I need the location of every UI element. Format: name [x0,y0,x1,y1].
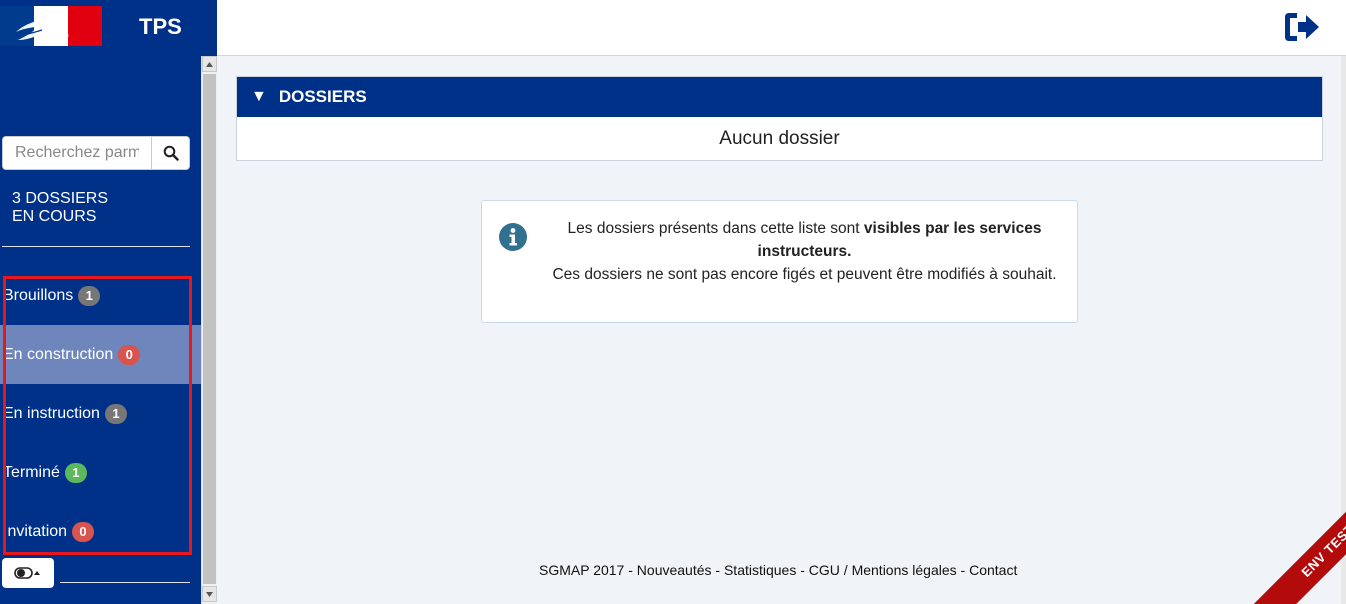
count-badge: 0 [118,344,141,365]
count-badge: 1 [104,403,127,424]
info-line1: Les dossiers présents dans cette liste s… [567,220,864,237]
footer-separator: - [956,562,970,578]
footer-link-contact[interactable]: Contact [969,562,1017,578]
env-test-banner: ENV TEST [1236,496,1346,604]
search-form [2,136,190,170]
sidebar-item-label: En instruction [3,404,100,422]
sidebar-scrollbar[interactable] [201,56,217,604]
footer-separator: - [796,562,809,578]
info-icon [499,223,527,251]
scrollbar-thumb[interactable] [203,74,216,584]
count-badge: 1 [78,285,101,306]
toggle-switch-icon [14,567,40,579]
sidebar-item-en-construction[interactable]: En construction 0 [0,325,201,384]
dossiers-count-title: 3 DOSSIERS EN COURS [12,190,109,225]
top-header: TPS [0,0,1346,56]
info-line2: Ces dossiers ne sont pas encore figés et… [552,266,1057,283]
sidebar: 3 DOSSIERSEN COURS Brouillons1En constru… [0,56,201,604]
sidebar-item-brouillons[interactable]: Brouillons 1 [0,266,201,325]
footer-link-cgu-mentions-l-gales[interactable]: CGU / Mentions légales [809,562,957,578]
sidebar-item-label: Brouillons [3,286,74,304]
collapse-triangle-icon: ▼ [251,88,267,105]
sign-out-icon[interactable] [1283,10,1321,44]
search-icon [163,145,179,161]
scroll-up-arrow[interactable] [202,56,217,72]
count-badge: 0 [72,521,95,542]
sidebar-item-label: Invitation [3,522,68,540]
footer-copyright: SGMAP 2017 - [539,562,637,578]
sidebar-divider-bottom [60,582,190,583]
env-test-label: ENV TEST [1246,496,1346,604]
footer-link-nouveaut-s[interactable]: Nouveautés [637,562,712,578]
info-box: Les dossiers présents dans cette liste s… [481,200,1078,323]
sidebar-item-en-instruction[interactable]: En instruction 1 [0,384,201,443]
footer-separator: - [711,562,724,578]
count-badge: 1 [64,462,87,483]
info-message: Les dossiers présents dans cette liste s… [542,217,1067,286]
sidebar-item-termine[interactable]: Terminé 1 [0,443,201,502]
sidebar-item-label: Terminé [3,463,60,481]
scroll-down-arrow[interactable] [202,586,217,602]
app-title: TPS [139,14,182,39]
dossiers-panel: ▼ DOSSIERS Aucun dossier [236,76,1323,161]
panel-title: DOSSIERS [278,87,367,106]
dossiers-panel-header[interactable]: ▼ DOSSIERS [237,77,1322,117]
empty-state-text: Aucun dossier [719,128,840,149]
search-input[interactable] [2,136,151,170]
sidebar-item-label: En construction [3,345,114,363]
sidebar-divider [2,246,190,247]
sidebar-item-invitation[interactable]: Invitation 0 [0,502,201,561]
marianne-logo [16,7,69,46]
sidebar-nav: Brouillons 1 En construction 0 En instructio… [0,266,201,561]
brand-area: TPS [0,0,217,56]
footer-link-statistiques[interactable]: Statistiques [724,562,796,578]
sidebar-toggle-button[interactable] [2,558,54,588]
search-button[interactable] [151,136,190,170]
